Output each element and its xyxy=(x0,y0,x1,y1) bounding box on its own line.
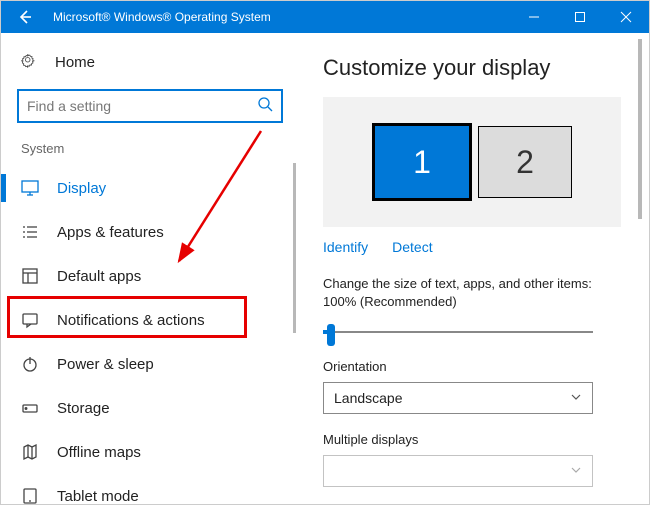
minimize-button[interactable] xyxy=(511,1,557,33)
home-label: Home xyxy=(55,54,95,71)
sidebar-item-default-apps[interactable]: Default apps xyxy=(1,254,299,298)
search-icon xyxy=(257,96,273,117)
close-button[interactable] xyxy=(603,1,649,33)
multiple-displays-label: Multiple displays xyxy=(323,432,621,447)
main-scrollbar[interactable] xyxy=(635,39,647,498)
scale-slider[interactable] xyxy=(323,323,593,341)
titlebar: Microsoft® Windows® Operating System xyxy=(1,1,649,33)
gear-icon xyxy=(21,53,39,71)
tablet-icon xyxy=(21,487,39,505)
sidebar-item-label: Offline maps xyxy=(57,444,141,461)
sidebar-item-label: Notifications & actions xyxy=(57,312,205,329)
sidebar-item-label: Display xyxy=(57,180,106,197)
chat-icon xyxy=(21,311,39,329)
home-button[interactable]: Home xyxy=(1,47,299,81)
list-icon xyxy=(21,223,39,241)
sidebar-item-label: Apps & features xyxy=(57,224,164,241)
sidebar-item-label: Power & sleep xyxy=(57,356,154,373)
sidebar-item-tablet[interactable]: Tablet mode xyxy=(1,474,299,518)
section-label: System xyxy=(1,137,299,166)
map-icon xyxy=(21,443,39,461)
sidebar-item-label: Tablet mode xyxy=(57,488,139,505)
window-title: Microsoft® Windows® Operating System xyxy=(53,10,271,24)
sidebar-item-power[interactable]: Power & sleep xyxy=(1,342,299,386)
sidebar-item-display[interactable]: Display xyxy=(1,166,299,210)
search-input[interactable] xyxy=(17,89,283,123)
sidebar-item-notifications[interactable]: Notifications & actions xyxy=(1,298,299,342)
sidebar: Home System Display Apps & features Defa… xyxy=(1,33,299,504)
display-icon xyxy=(21,179,39,197)
monitor-1[interactable]: 1 xyxy=(372,123,472,201)
sidebar-item-apps[interactable]: Apps & features xyxy=(1,210,299,254)
main-panel: Customize your display 1 2 Identify Dete… xyxy=(299,33,649,504)
maximize-button[interactable] xyxy=(557,1,603,33)
display-arrangement[interactable]: 1 2 xyxy=(323,97,621,227)
orientation-select[interactable]: Landscape xyxy=(323,382,593,414)
sidebar-item-label: Storage xyxy=(57,400,110,417)
orientation-label: Orientation xyxy=(323,359,621,374)
detect-link[interactable]: Detect xyxy=(392,239,432,255)
monitor-2[interactable]: 2 xyxy=(478,126,572,198)
identify-link[interactable]: Identify xyxy=(323,239,368,255)
window-controls xyxy=(511,1,649,33)
storage-icon xyxy=(21,399,39,417)
page-title: Customize your display xyxy=(323,55,621,81)
sidebar-scrollbar[interactable] xyxy=(289,163,299,504)
sidebar-item-storage[interactable]: Storage xyxy=(1,386,299,430)
sidebar-item-label: Default apps xyxy=(57,268,141,285)
orientation-value: Landscape xyxy=(334,390,403,406)
chevron-down-icon xyxy=(570,390,582,406)
sidebar-item-maps[interactable]: Offline maps xyxy=(1,430,299,474)
scale-label: Change the size of text, apps, and other… xyxy=(323,275,621,311)
back-button[interactable] xyxy=(1,1,49,33)
search-field[interactable] xyxy=(27,98,257,114)
multiple-displays-select[interactable] xyxy=(323,455,593,487)
defaults-icon xyxy=(21,267,39,285)
chevron-down-icon xyxy=(570,463,582,479)
power-icon xyxy=(21,355,39,373)
